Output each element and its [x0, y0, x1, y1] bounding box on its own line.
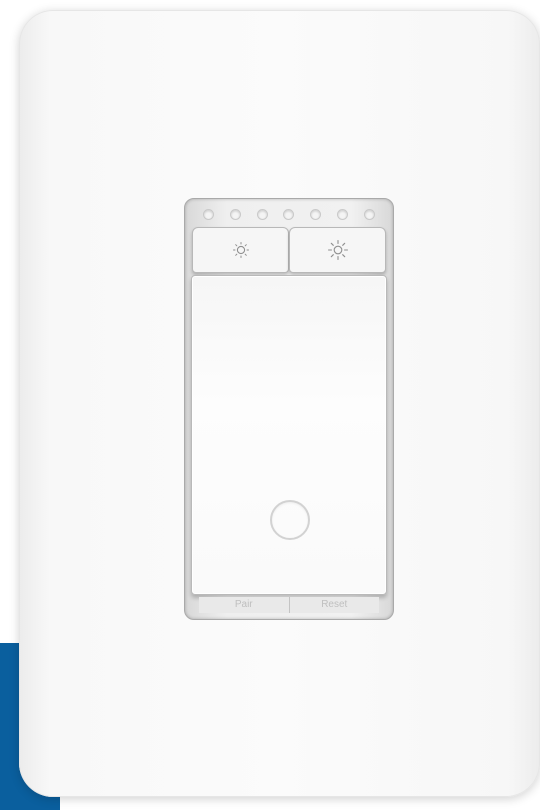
brightness-led	[229, 209, 241, 220]
brightness-led	[283, 209, 295, 220]
dim-up-button[interactable]	[289, 227, 386, 273]
sun-bright-icon	[327, 239, 348, 261]
reset-label: Reset	[289, 597, 379, 613]
brightness-led	[337, 209, 349, 220]
brightness-led	[256, 209, 268, 220]
brightness-led	[202, 209, 214, 220]
dimmer-switch: Pair Reset	[184, 198, 394, 620]
bottom-label-bar: Pair Reset	[199, 597, 379, 613]
brightness-led	[363, 209, 375, 220]
pair-label: Pair	[199, 597, 290, 613]
dim-down-button[interactable]	[192, 227, 289, 273]
power-ring-icon	[270, 500, 310, 540]
power-rocker-button[interactable]	[191, 275, 387, 595]
brightness-led	[310, 209, 322, 220]
sun-dim-icon	[232, 242, 249, 258]
brightness-led-row	[185, 209, 393, 221]
